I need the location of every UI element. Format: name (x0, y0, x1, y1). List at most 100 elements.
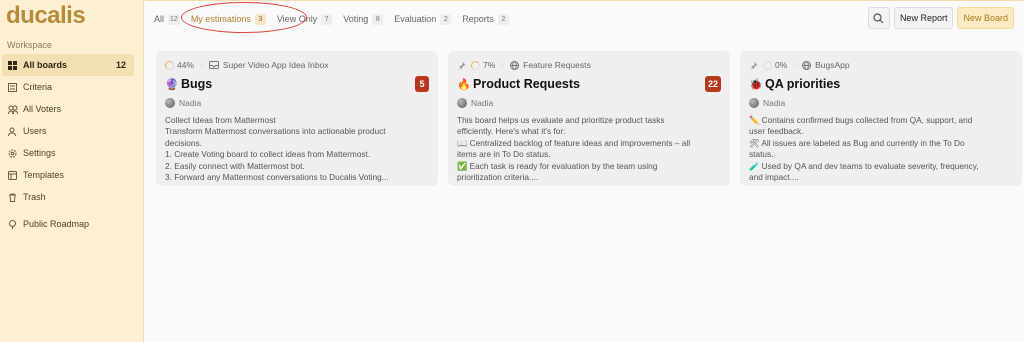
desc-line: items are in To Do status. (457, 149, 551, 160)
users-icon (8, 127, 17, 136)
desc-line: Collect Ideas from Mattermost (165, 115, 276, 125)
desc-line: 2. Easily connect with Mattermost bot. (165, 160, 305, 171)
globe-icon (802, 60, 812, 70)
progress-ring-icon (471, 60, 480, 70)
sidebar-item-public-roadmap[interactable]: Public Roadmap (2, 213, 134, 235)
search-button[interactable] (867, 7, 890, 29)
card-description: ✏️ Contains confirmed bugs collected fro… (749, 115, 1013, 183)
card-meta: 44% · Super Video App Idea Inbox (165, 59, 429, 71)
templates-icon (8, 170, 17, 180)
map-pin-icon (8, 219, 17, 229)
inbox-icon (208, 61, 219, 69)
globe-icon (510, 60, 520, 70)
desc-line: This board helps us evaluate and priorit… (457, 115, 665, 125)
top-actions: New Report New Board (867, 7, 1014, 29)
search-icon (873, 12, 884, 23)
card-description: Collect Ideas from Mattermost Transform … (165, 115, 429, 183)
card-title-row: 🔥 Product Requests 22 (457, 76, 721, 92)
sidebar-item-settings[interactable]: Settings (2, 142, 134, 164)
workspace-label: Workspace (7, 40, 52, 50)
tab-all[interactable]: All 12 (154, 13, 180, 25)
sidebar-item-label: Criteria (23, 82, 53, 92)
crystal-ball-icon: 🔮 (165, 78, 179, 91)
board-card-qa-priorities[interactable]: 0% · BugsApp 🐞 QA priorities Nadia ✏️ Co… (740, 51, 1022, 186)
progress-ring-icon (763, 60, 772, 70)
tab-count: 8 (372, 13, 384, 25)
desc-line: 🛠 All issues are labeled as Bug and curr… (749, 137, 965, 148)
tab-label: Reports (462, 14, 494, 24)
pin-icon (750, 61, 758, 70)
card-owner: Nadia (165, 98, 429, 108)
voters-icon (8, 105, 18, 114)
owner-name: Nadia (763, 98, 786, 108)
sidebar-item-label: Public Roadmap (23, 219, 90, 229)
new-board-button[interactable]: New Board (957, 7, 1014, 29)
card-title-row: 🐞 QA priorities (749, 76, 1013, 92)
app-root: ducalis Workspace All boards 12 Criteria (0, 0, 1024, 342)
sidebar-item-trash[interactable]: Trash (2, 186, 134, 208)
card-source: Super Video App Idea Inbox (222, 60, 329, 70)
tab-label: Evaluation (394, 14, 437, 24)
avatar (457, 98, 467, 108)
sidebar-item-users[interactable]: Users (2, 120, 134, 142)
desc-line: efficiently. Here's what it's for: (457, 126, 566, 137)
sidebar-item-label: All boards (23, 60, 68, 70)
card-title[interactable]: Bugs (181, 77, 212, 91)
sidebar-item-all-voters[interactable]: All Voters (2, 98, 134, 120)
card-title[interactable]: Product Requests (473, 77, 580, 91)
logo[interactable]: ducalis (6, 2, 86, 30)
sidebar-item-count: 12 (115, 60, 126, 70)
meta-separator: · (200, 60, 203, 70)
highlight-annotation-ring (181, 2, 307, 33)
tab-reports[interactable]: Reports 2 (462, 13, 509, 25)
ladybug-icon: 🐞 (749, 78, 763, 91)
tab-label: All (154, 14, 165, 24)
sidebar-item-label: Trash (23, 192, 46, 202)
meta-separator: · (793, 60, 797, 70)
tab-label: Voting (343, 14, 369, 24)
top-border (145, 0, 1024, 1)
tab-count: 2 (440, 13, 452, 25)
card-title[interactable]: QA priorities (765, 77, 840, 91)
sidebar-item-label: Users (23, 126, 47, 136)
sidebar: ducalis Workspace All boards 12 Criteria (0, 0, 144, 342)
avatar (749, 98, 759, 108)
desc-line: 🧪 Used by QA and dev teams to evaluate s… (749, 160, 979, 171)
card-description: This board helps us evaluate and priorit… (457, 115, 721, 183)
card-source: Feature Requests (523, 60, 591, 70)
sidebar-item-all-boards[interactable]: All boards 12 (2, 54, 134, 76)
card-owner: Nadia (749, 98, 1013, 108)
owner-name: Nadia (471, 98, 494, 108)
board-card-product-requests[interactable]: 7% · Feature Requests 🔥 Product Requests… (448, 51, 730, 186)
desc-line: user feedback. (749, 126, 804, 137)
card-title-row: 🔮 Bugs 5 (165, 76, 429, 92)
tab-count: 12 (168, 13, 180, 25)
tab-count: 2 (497, 13, 509, 25)
sidebar-item-label: All Voters (23, 104, 62, 114)
progress-ring-icon (165, 60, 174, 70)
board-card-bugs[interactable]: 44% · Super Video App Idea Inbox 🔮 Bugs … (156, 51, 438, 186)
sidebar-item-templates[interactable]: Templates (2, 164, 134, 186)
sidebar-item-label: Settings (23, 148, 56, 158)
card-owner: Nadia (457, 98, 721, 108)
desc-line: ✏️ Contains confirmed bugs collected fro… (749, 115, 973, 125)
desc-line: prioritization criteria.... (457, 172, 539, 183)
meta-separator: · (501, 60, 505, 70)
sidebar-item-criteria[interactable]: Criteria (2, 76, 134, 98)
desc-line: 3. Forward any Mattermost conversations … (165, 172, 389, 183)
fire-icon: 🔥 (457, 78, 471, 91)
pin-icon (458, 61, 466, 70)
desc-line: 📖 Centralized backlog of feature ideas a… (457, 137, 691, 148)
avatar (165, 98, 175, 108)
grid-icon (8, 60, 17, 70)
desc-line: decisions. (165, 137, 202, 148)
criteria-icon (8, 82, 17, 92)
new-report-button[interactable]: New Report (893, 7, 954, 29)
card-progress: 44% (177, 60, 195, 70)
card-badge: 5 (415, 76, 429, 92)
card-source: BugsApp (815, 60, 850, 70)
tab-evaluation[interactable]: Evaluation 2 (394, 13, 452, 25)
tab-voting[interactable]: Voting 8 (343, 13, 384, 25)
desc-line: and impact.... (749, 172, 799, 183)
owner-name: Nadia (179, 98, 202, 108)
